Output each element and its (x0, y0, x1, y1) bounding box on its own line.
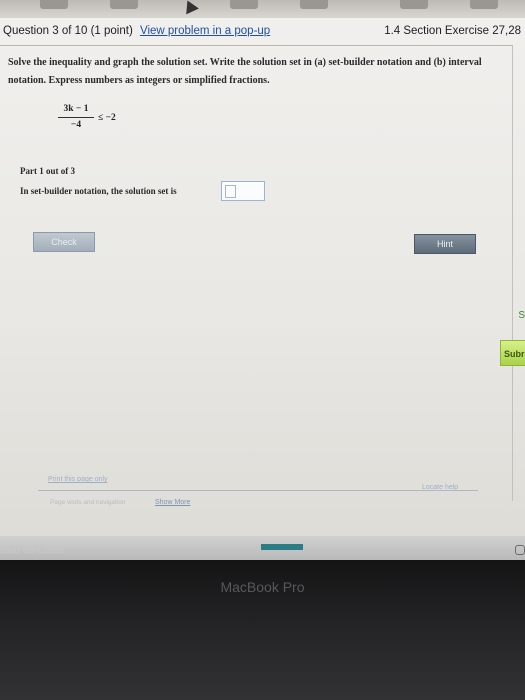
footer-divider (38, 490, 478, 491)
question-progress-wrap: Question 3 of 10 (1 point) View problem … (3, 25, 270, 37)
check-button[interactable]: Check (33, 232, 95, 252)
submit-button[interactable]: Subr (500, 340, 525, 366)
show-more-link[interactable]: Show More (155, 499, 190, 506)
answer-input[interactable] (221, 181, 265, 201)
fraction-denominator: −4 (70, 120, 82, 130)
question-header: Question 3 of 10 (1 point) View problem … (3, 25, 521, 43)
side-link-s[interactable]: S (508, 310, 525, 330)
laptop-brand: MacBook Pro (220, 579, 305, 595)
inequality-relation: ≤ −2 (98, 113, 116, 123)
print-link[interactable]: Print this page only (48, 476, 108, 483)
toolbar-tab[interactable] (110, 0, 138, 9)
corner-icon[interactable] (515, 545, 525, 555)
section-label: 1.4 Section Exercise 27,28 (384, 25, 521, 37)
input-placeholder-box (225, 185, 236, 198)
question-progress: Question 3 of 10 (1 point) (3, 25, 133, 37)
part-label: Part 1 out of 3 (20, 166, 75, 176)
toolbar-tab[interactable] (400, 0, 428, 9)
top-toolbar-strip (0, 0, 525, 18)
answer-prompt: In set-builder notation, the solution se… (20, 186, 177, 196)
lower-browser-band (0, 536, 525, 560)
popup-link[interactable]: View problem in a pop-up (140, 25, 270, 37)
fraction: 3k − 1 −4 (58, 104, 94, 132)
toolbar-tab[interactable] (230, 0, 258, 9)
toolbar-tab[interactable] (40, 0, 68, 9)
hint-button[interactable]: Hint (414, 234, 476, 254)
fraction-bar (58, 117, 94, 118)
about-course-link[interactable]: About this Course (0, 546, 64, 555)
problem-instructions: Solve the inequality and graph the solut… (8, 57, 482, 86)
toolbar-tab[interactable] (300, 0, 328, 9)
teal-tab[interactable] (261, 544, 303, 550)
bezel-glare (0, 615, 525, 700)
browser-screen: Question 3 of 10 (1 point) View problem … (0, 0, 525, 560)
footer-faint-text: Page visits and navigation (50, 499, 126, 506)
fraction-numerator: 3k − 1 (63, 104, 89, 114)
toolbar-tab[interactable] (470, 0, 498, 9)
